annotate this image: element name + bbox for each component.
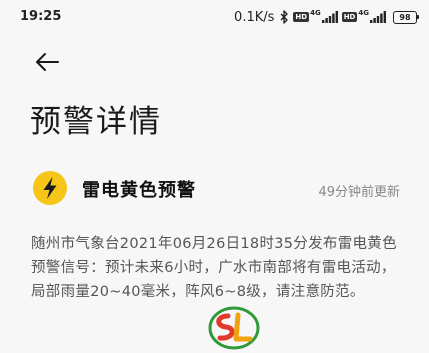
bluetooth-icon: [280, 10, 289, 24]
battery-level: 98: [393, 10, 417, 24]
network-type: 4G: [310, 9, 321, 17]
back-button[interactable]: [34, 48, 62, 76]
battery-tip: [417, 15, 419, 19]
alert-header: 雷电黄色预警 49分钟前更新: [30, 170, 400, 206]
watermark-logo: [208, 306, 260, 350]
network-type: 4G: [358, 9, 369, 17]
hd-badge: HD: [341, 12, 358, 22]
arrow-left-icon: [36, 53, 59, 71]
status-bar: 19:25 0.1K/s HD 4G HD 4G 98: [0, 0, 429, 34]
status-time: 19:25: [20, 9, 62, 24]
alert-title: 雷电黄色预警: [82, 180, 196, 201]
update-time: 49分钟前更新: [318, 185, 400, 200]
page-title: 预警详情: [30, 104, 162, 140]
battery-icon: 98: [393, 10, 419, 24]
screen: 19:25 0.1K/s HD 4G HD 4G 98 预警详情 雷电黄色预警 …: [0, 0, 429, 353]
alert-description: 随州市气象台2021年06月26日18时35分发布雷电黄色预警信号：预计未来6小…: [31, 236, 397, 300]
network-speed: 0.1K/s: [234, 9, 275, 25]
sim1-signal: HD 4G: [293, 9, 338, 23]
lightning-bolt-icon: [33, 171, 67, 205]
hd-badge: HD: [293, 12, 310, 22]
status-icons: 0.1K/s HD 4G HD 4G 98: [234, 8, 419, 26]
signal-bars-icon: [370, 11, 386, 23]
sim2-signal: HD 4G: [341, 9, 386, 23]
signal-bars-icon: [321, 11, 338, 23]
